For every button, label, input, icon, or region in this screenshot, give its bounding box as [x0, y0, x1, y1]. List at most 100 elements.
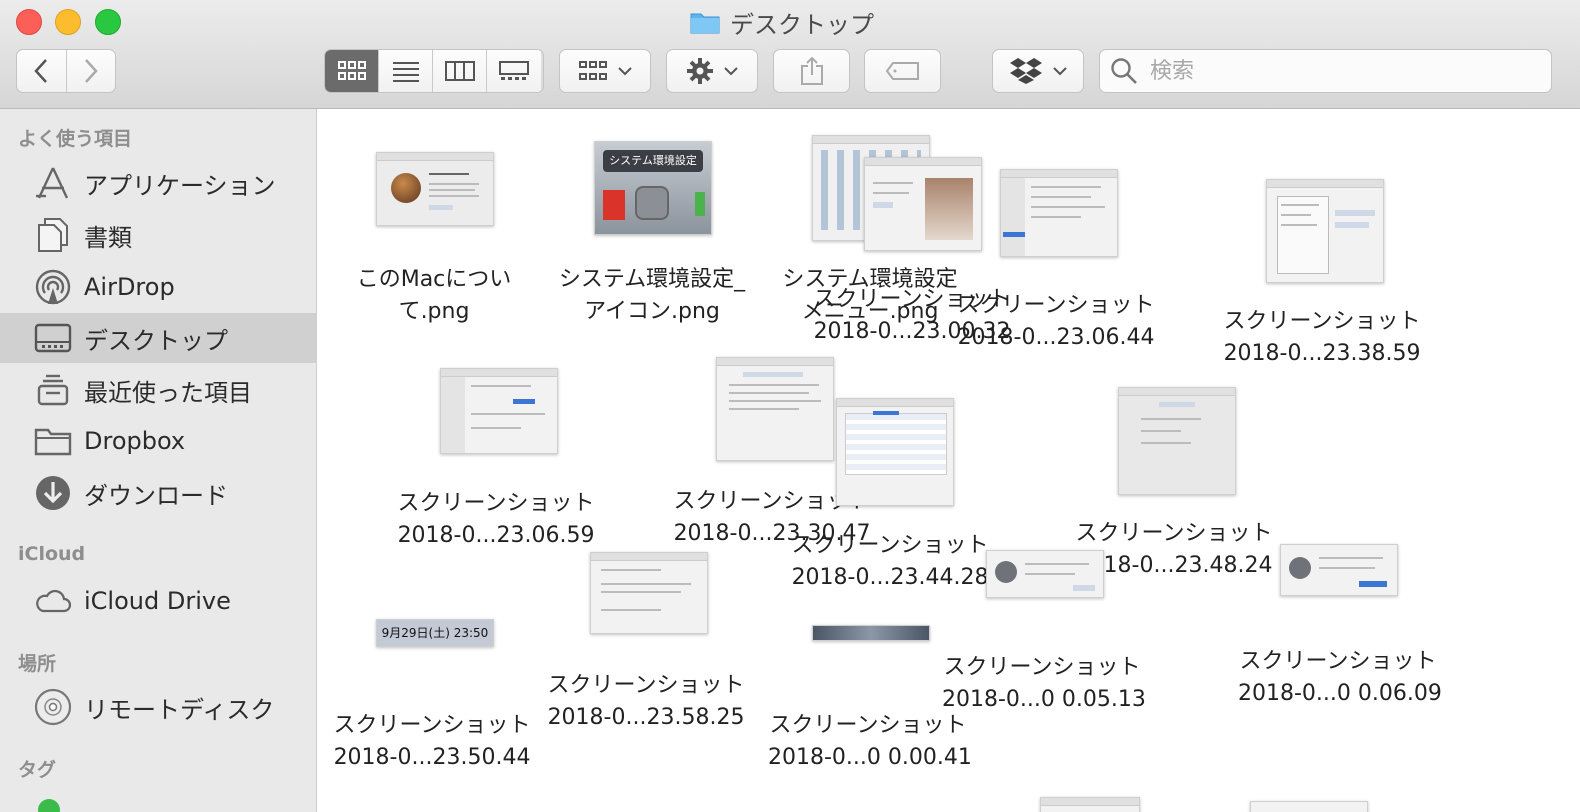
- file-thumbnail[interactable]: [1040, 797, 1140, 812]
- window-title: デスクトップ: [690, 6, 874, 39]
- file-thumbnail: [864, 157, 982, 251]
- file-name: スクリーンショット 2018-0...23.06.59: [397, 491, 595, 548]
- file-thumbnail: [836, 398, 954, 506]
- sidebar-item-label: ダウンロード: [84, 481, 228, 510]
- group-button[interactable]: [559, 49, 651, 93]
- gallery-view-icon: [499, 61, 529, 80]
- tag-button[interactable]: [864, 49, 941, 93]
- chevron-down-icon: [724, 67, 738, 76]
- file-thumbnail: [440, 368, 558, 454]
- group-icon: [579, 61, 607, 80]
- file-name: スクリーンショット 2018-0...23.44.28: [791, 533, 989, 590]
- toolbar: デスクトップ: [0, 0, 1580, 109]
- file-name: スクリーンショット 2018-0...0 0.05.13: [942, 655, 1146, 712]
- gear-icon: [687, 58, 713, 84]
- sidebar-item-icloud-drive[interactable]: iCloud Drive: [0, 576, 316, 626]
- chevron-down-icon: [618, 67, 632, 76]
- file-thumbnail[interactable]: [1250, 801, 1368, 812]
- column-view-icon: [444, 61, 475, 81]
- sidebar-section-icloud: iCloud: [18, 543, 86, 565]
- green-tag-dot[interactable]: [38, 799, 60, 812]
- sidebar-item-label: Dropbox: [84, 427, 186, 455]
- file-thumbnail: [716, 357, 834, 461]
- chevron-right-icon: [84, 59, 98, 83]
- sidebar-item-label: iCloud Drive: [84, 587, 231, 615]
- sidebar-item-label: アプリケーション: [84, 171, 276, 200]
- column-view-button[interactable]: [433, 50, 487, 92]
- sidebar-item-downloads[interactable]: ダウンロード: [0, 468, 316, 518]
- file-thumbnail: システム環境設定: [594, 141, 712, 235]
- sidebar-item-recents[interactable]: 最近使った項目: [0, 365, 316, 415]
- sidebar-item-dropbox[interactable]: Dropbox: [0, 416, 316, 466]
- search-icon: [1111, 58, 1137, 84]
- chevron-down-icon: [1053, 67, 1067, 76]
- recents-icon: [34, 371, 72, 409]
- search-field[interactable]: [1099, 49, 1552, 93]
- list-view-button[interactable]: [379, 50, 433, 92]
- file-grid: このMacについ て.png システム環境設定 システム環境設定_ アイコン.png…: [318, 109, 1580, 812]
- downloads-icon: [34, 474, 72, 512]
- desktop-icon: [34, 319, 72, 357]
- forward-button[interactable]: [67, 50, 116, 92]
- file-thumbnail: [1280, 544, 1398, 596]
- file-thumbnail: [986, 550, 1104, 598]
- cloud-icon: [34, 582, 72, 620]
- file-name: システム環境設定_ アイコン.png: [558, 267, 746, 324]
- documents-icon: [34, 216, 72, 254]
- sidebar-item-applications[interactable]: アプリケーション: [0, 158, 316, 208]
- sidebar-section-favorites: よく使う項目: [18, 128, 133, 150]
- file-name: このMacについ て.png: [356, 267, 512, 324]
- tag-icon: [885, 62, 919, 80]
- folder-icon: [690, 10, 720, 34]
- sidebar-item-airdrop[interactable]: AirDrop: [0, 262, 316, 312]
- file-thumbnail: [376, 152, 494, 226]
- file-thumbnail: [1000, 169, 1118, 257]
- icon-view-button[interactable]: [325, 50, 379, 92]
- file-thumbnail: [812, 625, 930, 641]
- file-name: スクリーンショット 2018-0...23.38.59: [1223, 309, 1421, 366]
- file-name: スクリーンショット 2018-0...23.58.25: [547, 673, 745, 730]
- sidebar-item-label: AirDrop: [84, 273, 175, 301]
- dropbox-button[interactable]: [992, 49, 1084, 93]
- folder-icon: [34, 422, 72, 460]
- sidebar: よく使う項目 アプリケーション 書類 AirDrop デスクトップ 最近使った項…: [0, 109, 317, 812]
- file-thumbnail: 9月29日(土) 23:50: [376, 619, 494, 647]
- nav-buttons: [16, 49, 116, 93]
- file-name: スクリーンショット 2018-0...0 0.00.41: [768, 713, 972, 770]
- file-thumbnail: [590, 552, 708, 634]
- minimize-window-button[interactable]: [55, 9, 81, 35]
- sidebar-item-label: 最近使った項目: [84, 378, 252, 407]
- file-name: スクリーンショット 2018-0...23.48.24: [1075, 521, 1273, 578]
- finder-window: デスクトップ 検索 よく使う項目 アプリケーション 書類 AirDrop デスク…: [0, 0, 1580, 812]
- sidebar-item-label: 書類: [84, 223, 132, 252]
- file-name: スクリーンショット 2018-0...23.50.44: [333, 713, 531, 770]
- sidebar-item-remote-disc[interactable]: リモートディスク: [0, 682, 316, 732]
- share-icon: [800, 56, 823, 85]
- view-mode-control: [324, 49, 544, 93]
- action-button[interactable]: [666, 49, 758, 93]
- search-input[interactable]: [1148, 57, 1532, 85]
- disc-icon: [34, 688, 72, 726]
- sidebar-item-desktop[interactable]: デスクトップ: [0, 313, 316, 363]
- sidebar-item-label: デスクトップ: [84, 326, 228, 355]
- sidebar-item-documents[interactable]: 書類: [0, 210, 316, 260]
- sidebar-item-label: リモートディスク: [84, 695, 275, 724]
- chevron-left-icon: [34, 59, 48, 83]
- file-thumbnail: [1266, 179, 1384, 283]
- window-title-text: デスクトップ: [730, 10, 874, 39]
- applications-icon: [34, 164, 72, 202]
- zoom-window-button[interactable]: [95, 9, 121, 35]
- airdrop-icon: [34, 268, 72, 306]
- file-name: スクリーンショット 2018-0...23.06.44: [957, 293, 1155, 350]
- share-button[interactable]: [773, 49, 850, 93]
- sidebar-section-locations: 場所: [18, 653, 57, 675]
- icon-view-icon: [337, 61, 366, 80]
- dropbox-icon: [1010, 58, 1042, 84]
- list-view-icon: [392, 62, 419, 82]
- gallery-view-button[interactable]: [487, 50, 541, 92]
- sidebar-section-tags: タグ: [18, 759, 57, 781]
- back-button[interactable]: [17, 50, 67, 92]
- close-window-button[interactable]: [16, 9, 42, 35]
- file-name: スクリーンショット 2018-0...0 0.06.09: [1238, 649, 1442, 706]
- file-thumbnail: [1118, 387, 1236, 495]
